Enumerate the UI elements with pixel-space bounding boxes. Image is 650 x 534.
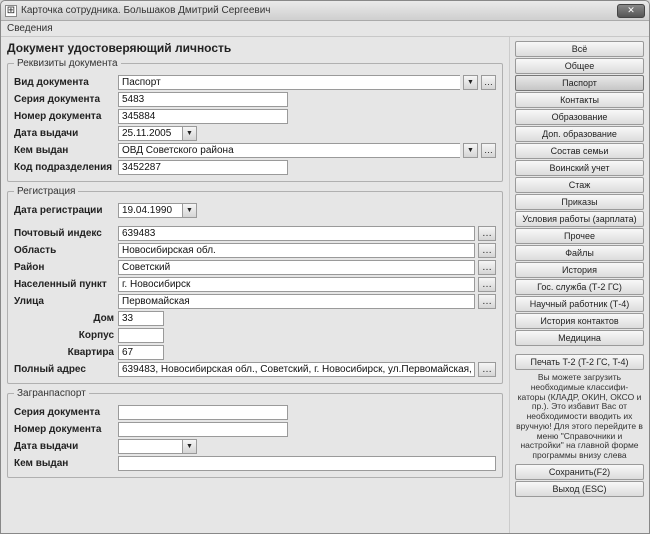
page-title: Документ удостоверяющий личность — [7, 41, 503, 55]
fieldset-foreign-passport: Загранпаспорт Серия документа Номер доку… — [7, 388, 503, 478]
sidebar-item-medicine[interactable]: Медицина — [515, 330, 644, 346]
issued-by-dropdown[interactable]: ▼ — [463, 143, 478, 158]
issue-date-input[interactable] — [118, 126, 182, 141]
sidebar-item-military[interactable]: Воинский учет — [515, 160, 644, 176]
main-panel: Документ удостоверяющий личность Реквизи… — [1, 37, 509, 533]
label-f-date: Дата выдачи — [14, 441, 114, 452]
sidebar-item-other[interactable]: Прочее — [515, 228, 644, 244]
full-address-input[interactable] — [118, 362, 475, 377]
zip-input[interactable] — [118, 226, 475, 241]
issue-date-dropdown[interactable]: ▼ — [182, 126, 197, 141]
sidebar-item-add-education[interactable]: Доп. образование — [515, 126, 644, 142]
label-doc-number: Номер документа — [14, 111, 114, 122]
sidebar-item-experience[interactable]: Стаж — [515, 177, 644, 193]
label-zip: Почтовый индекс — [14, 228, 114, 239]
label-doc-type: Вид документа — [14, 77, 114, 88]
sidebar-item-files[interactable]: Файлы — [515, 245, 644, 261]
dept-code-input[interactable] — [118, 160, 288, 175]
exit-button[interactable]: Выход (ESC) — [515, 481, 644, 497]
f-issued-by-input[interactable] — [118, 456, 496, 471]
label-house: Дом — [14, 313, 114, 324]
fieldset-registration: Регистрация Дата регистрации ▼ Почтовый … — [7, 186, 503, 384]
sidebar-item-gov-service[interactable]: Гос. служба (Т-2 ГС) — [515, 279, 644, 295]
flat-input[interactable] — [118, 345, 164, 360]
label-f-number: Номер документа — [14, 424, 114, 435]
sidebar-item-history[interactable]: История — [515, 262, 644, 278]
issued-by-input[interactable] — [118, 143, 460, 158]
label-f-issued-by: Кем выдан — [14, 458, 114, 469]
region-picker[interactable]: … — [478, 243, 496, 258]
doc-type-dropdown[interactable]: ▼ — [463, 75, 478, 90]
sidebar-item-education[interactable]: Образование — [515, 109, 644, 125]
sidebar-item-all[interactable]: Всё — [515, 41, 644, 57]
app-icon: ⊞ — [5, 5, 17, 17]
doc-series-input[interactable] — [118, 92, 288, 107]
legend-registration: Регистрация — [14, 186, 78, 197]
city-input[interactable] — [118, 277, 475, 292]
menubar: Сведения — [1, 21, 649, 37]
label-issued-by: Кем выдан — [14, 145, 114, 156]
label-reg-date: Дата регистрации — [14, 205, 114, 216]
sidebar-item-scientist[interactable]: Научный работник (Т-4) — [515, 296, 644, 312]
reg-date-dropdown[interactable]: ▼ — [182, 203, 197, 218]
label-building: Корпус — [14, 330, 114, 341]
sidebar-item-orders[interactable]: Приказы — [515, 194, 644, 210]
window-title: Карточка сотрудника. Большаков Дмитрий С… — [21, 5, 617, 16]
label-street: Улица — [14, 296, 114, 307]
doc-number-input[interactable] — [118, 109, 288, 124]
district-input[interactable] — [118, 260, 475, 275]
f-series-input[interactable] — [118, 405, 288, 420]
fieldset-document: Реквизиты документа Вид документа ▼ … Се… — [7, 58, 503, 182]
close-button[interactable]: ✕ — [617, 4, 645, 18]
legend-document: Реквизиты документа — [14, 58, 121, 69]
employee-card-window: ⊞ Карточка сотрудника. Большаков Дмитрий… — [0, 0, 650, 534]
menu-item-info[interactable]: Сведения — [7, 23, 53, 34]
f-date-dropdown[interactable]: ▼ — [182, 439, 197, 454]
f-number-input[interactable] — [118, 422, 288, 437]
label-dept-code: Код подразделения — [14, 162, 114, 173]
label-flat: Квартира — [14, 347, 114, 358]
full-address-picker[interactable]: … — [478, 362, 496, 377]
label-district: Район — [14, 262, 114, 273]
building-input[interactable] — [118, 328, 164, 343]
label-issue-date: Дата выдачи — [14, 128, 114, 139]
label-city: Населенный пункт — [14, 279, 114, 290]
sidebar-item-contacts[interactable]: Контакты — [515, 92, 644, 108]
sidebar: Всё Общее Паспорт Контакты Образование Д… — [509, 37, 649, 533]
label-full-address: Полный адрес — [14, 364, 114, 375]
sidebar-item-family[interactable]: Состав семьи — [515, 143, 644, 159]
sidebar-item-contact-history[interactable]: История контактов — [515, 313, 644, 329]
region-input[interactable] — [118, 243, 475, 258]
label-f-series: Серия документа — [14, 407, 114, 418]
f-date-input[interactable] — [118, 439, 182, 454]
city-picker[interactable]: … — [478, 277, 496, 292]
titlebar[interactable]: ⊞ Карточка сотрудника. Большаков Дмитрий… — [1, 1, 649, 21]
sidebar-item-salary[interactable]: Условия работы (зарплата) — [515, 211, 644, 227]
print-button[interactable]: Печать T-2 (T-2 ГС, T-4) — [515, 354, 644, 370]
sidebar-note: Вы можете загрузить необходимые классифи… — [515, 371, 644, 463]
street-input[interactable] — [118, 294, 475, 309]
doc-type-input[interactable] — [118, 75, 460, 90]
doc-type-picker[interactable]: … — [481, 75, 496, 90]
label-doc-series: Серия документа — [14, 94, 114, 105]
sidebar-item-passport[interactable]: Паспорт — [515, 75, 644, 91]
legend-foreign: Загранпаспорт — [14, 388, 89, 399]
district-picker[interactable]: … — [478, 260, 496, 275]
street-picker[interactable]: … — [478, 294, 496, 309]
house-input[interactable] — [118, 311, 164, 326]
reg-date-input[interactable] — [118, 203, 182, 218]
issued-by-picker[interactable]: … — [481, 143, 496, 158]
save-button[interactable]: Сохранить(F2) — [515, 464, 644, 480]
label-region: Область — [14, 245, 114, 256]
sidebar-item-general[interactable]: Общее — [515, 58, 644, 74]
zip-picker[interactable]: … — [478, 226, 496, 241]
